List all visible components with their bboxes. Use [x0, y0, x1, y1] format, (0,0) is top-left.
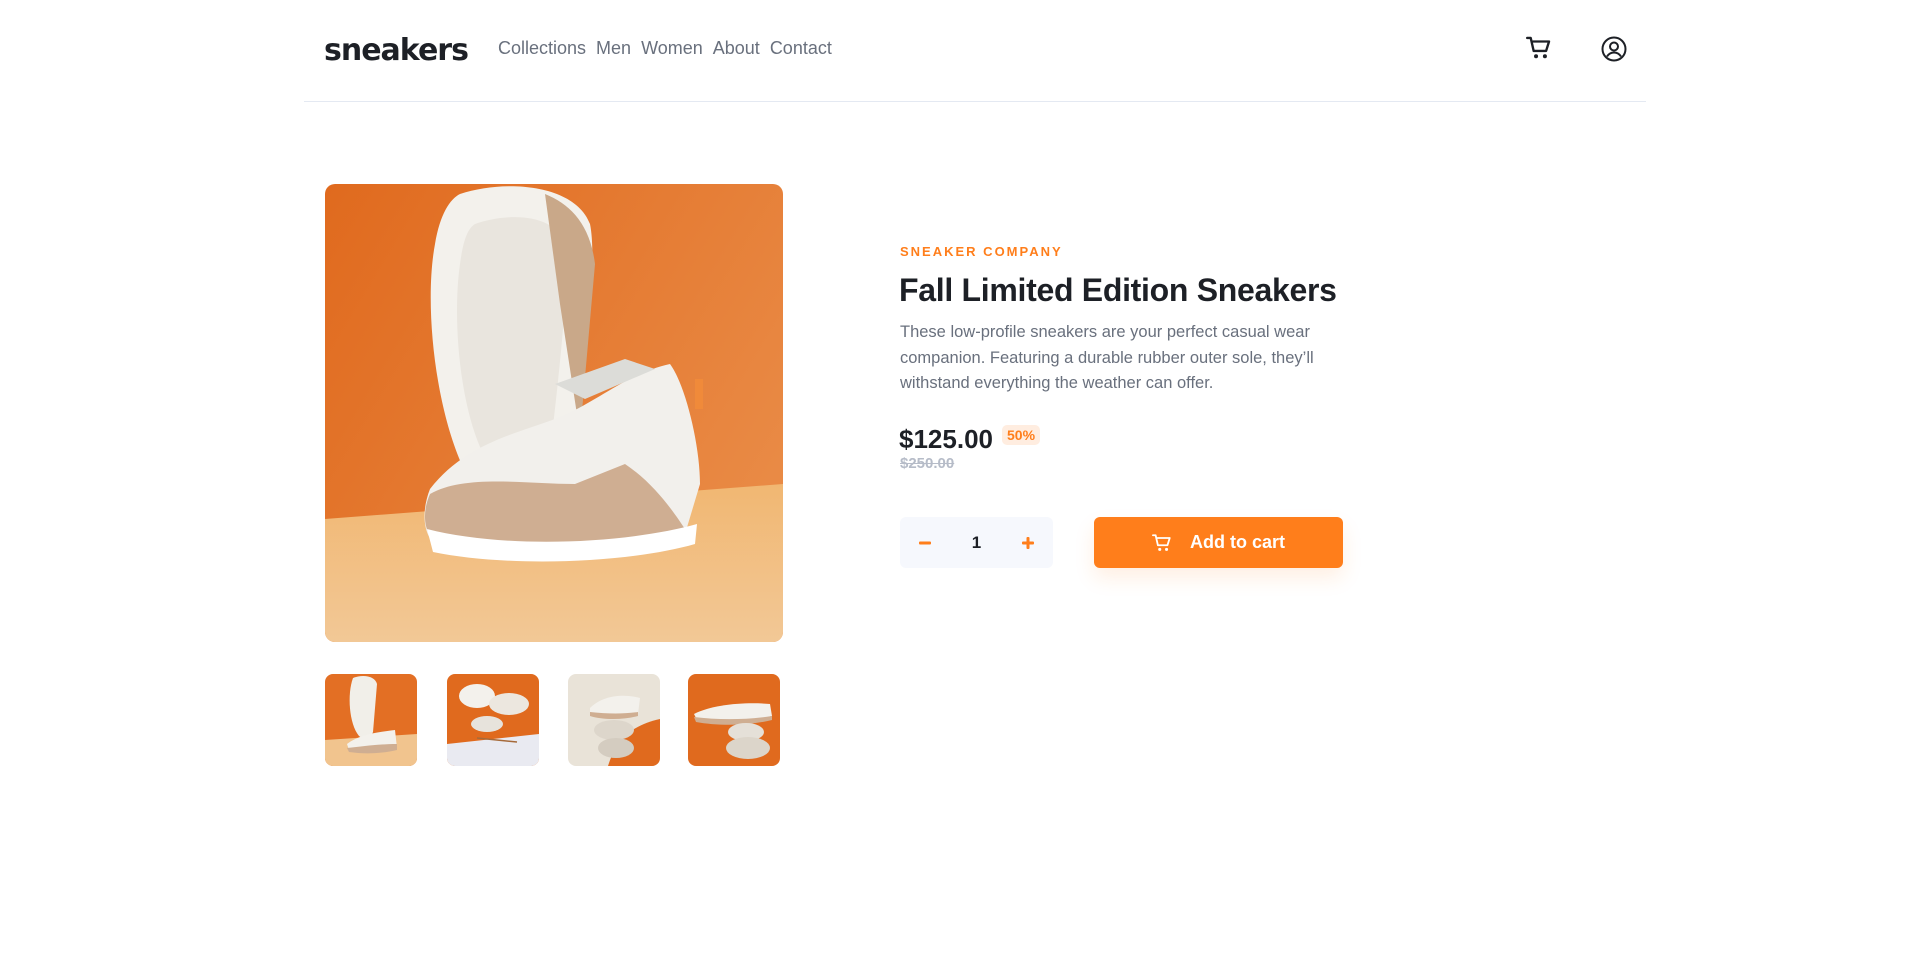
add-to-cart-button[interactable]: Add to cart [1094, 517, 1343, 568]
product-description: These low-profile sneakers are your perf… [900, 323, 1314, 392]
nav-item-about[interactable]: About [713, 38, 760, 59]
nav-item-women[interactable]: Women [641, 38, 703, 59]
original-price: $250.00 [900, 455, 955, 472]
main-product-image[interactable] [325, 184, 783, 642]
quantity-value: 1 [971, 532, 982, 552]
thumbnail-1[interactable] [325, 674, 417, 766]
brand-logo[interactable]: sneakers [324, 33, 469, 68]
cart-icon[interactable] [1526, 36, 1552, 60]
nav-item-men[interactable]: Men [596, 38, 631, 59]
quantity-stepper: 1 [900, 517, 1053, 568]
main-nav: Collections Men Women About Contact [498, 38, 832, 59]
thumbnail-4[interactable] [688, 674, 780, 766]
company-name: SNEAKER COMPANY [900, 244, 1063, 259]
add-to-cart-label: Add to cart [1189, 532, 1285, 552]
product-page: sneakers Collections Men Women About Con… [0, 0, 1920, 955]
user-circle-icon[interactable] [1601, 36, 1627, 62]
plus-icon[interactable] [1003, 517, 1053, 568]
product-title: Fall Limited Edition Sneakers [899, 272, 1337, 308]
site-header: sneakers Collections Men Women About Con… [304, 0, 1646, 102]
minus-icon[interactable] [900, 517, 950, 568]
nav-item-collections[interactable]: Collections [498, 38, 586, 59]
current-price: $125.00 [899, 424, 993, 454]
discount-badge: 50% [1002, 425, 1041, 445]
thumbnail-3[interactable] [568, 674, 660, 766]
thumbnail-2[interactable] [447, 674, 539, 766]
nav-item-contact[interactable]: Contact [770, 38, 832, 59]
cart-icon [1151, 533, 1172, 553]
